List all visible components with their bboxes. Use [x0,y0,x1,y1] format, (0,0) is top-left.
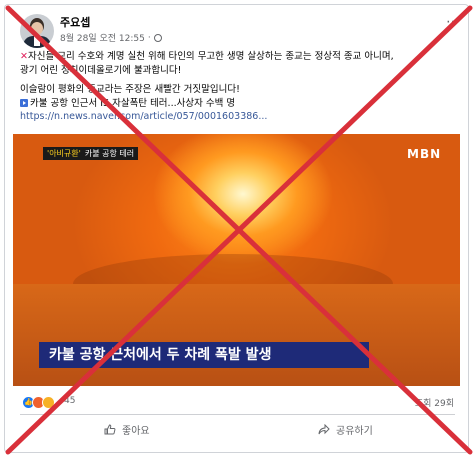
avatar[interactable] [20,14,54,48]
more-options-icon[interactable]: ⋯ [446,14,461,30]
thumbs-up-icon [104,423,116,434]
like-button[interactable]: 좋아요 [104,420,150,438]
sad-reaction-icon [42,396,55,409]
video-thumbnail[interactable]: '아비규환' 카불 공항 테러 MBN 카불 공항 근처에서 두 차례 폭발 발… [13,134,460,386]
share-label: 공유하기 [336,425,373,437]
reaction-count[interactable]: 45 [64,396,75,406]
share-button[interactable]: 공유하기 [318,420,373,438]
post-line-4: 카불 공항 인근서 IS 자살폭탄 테러...사상자 수백 명 [30,97,236,109]
post-line-3: 이슬람이 평화의 종교라는 주장은 새빨간 거짓말입니다! [20,84,240,95]
post-meta: 8월 28일 오전 12:55 · [60,31,162,44]
ground-area [13,284,460,386]
news-badge: '아비규환' 카불 공항 테러 [43,147,139,160]
like-label: 좋아요 [122,425,150,437]
play-button-icon [20,98,28,107]
post-line-1: 자신들 교리 수호와 계명 실천 위해 타인의 무고한 생명 살상하는 종교는 … [27,51,394,62]
divider [20,414,455,415]
post-date[interactable]: 8월 28일 오전 12:55 [60,31,145,44]
cross-mark-icon: ✕ [20,51,28,62]
reaction-icons[interactable]: 👍 [22,396,55,409]
author-name[interactable]: 주요셉 [60,14,90,30]
meta-separator: · [147,32,151,43]
badge-title: 카불 공항 테러 [84,149,135,158]
share-arrow-icon [318,423,330,434]
badge-highlight: '아비규환' [47,149,81,158]
post-stats: 👍 45 조회 29회 [22,394,454,410]
post-line-2: 광기 어린 정치이데올로기에 불과합니다! [20,64,182,76]
mbn-logo: MBN [407,147,442,161]
post-text: ✕자신들 교리 수호와 계명 실천 위해 타인의 무고한 생명 살상하는 종교는… [20,50,460,124]
globe-icon [153,33,162,42]
view-count: 조회 29회 [414,399,454,409]
news-link[interactable]: https://n.news.naver.com/article/057/000… [20,110,460,124]
video-caption: 카불 공항 근처에서 두 차례 폭발 발생 [39,342,369,368]
